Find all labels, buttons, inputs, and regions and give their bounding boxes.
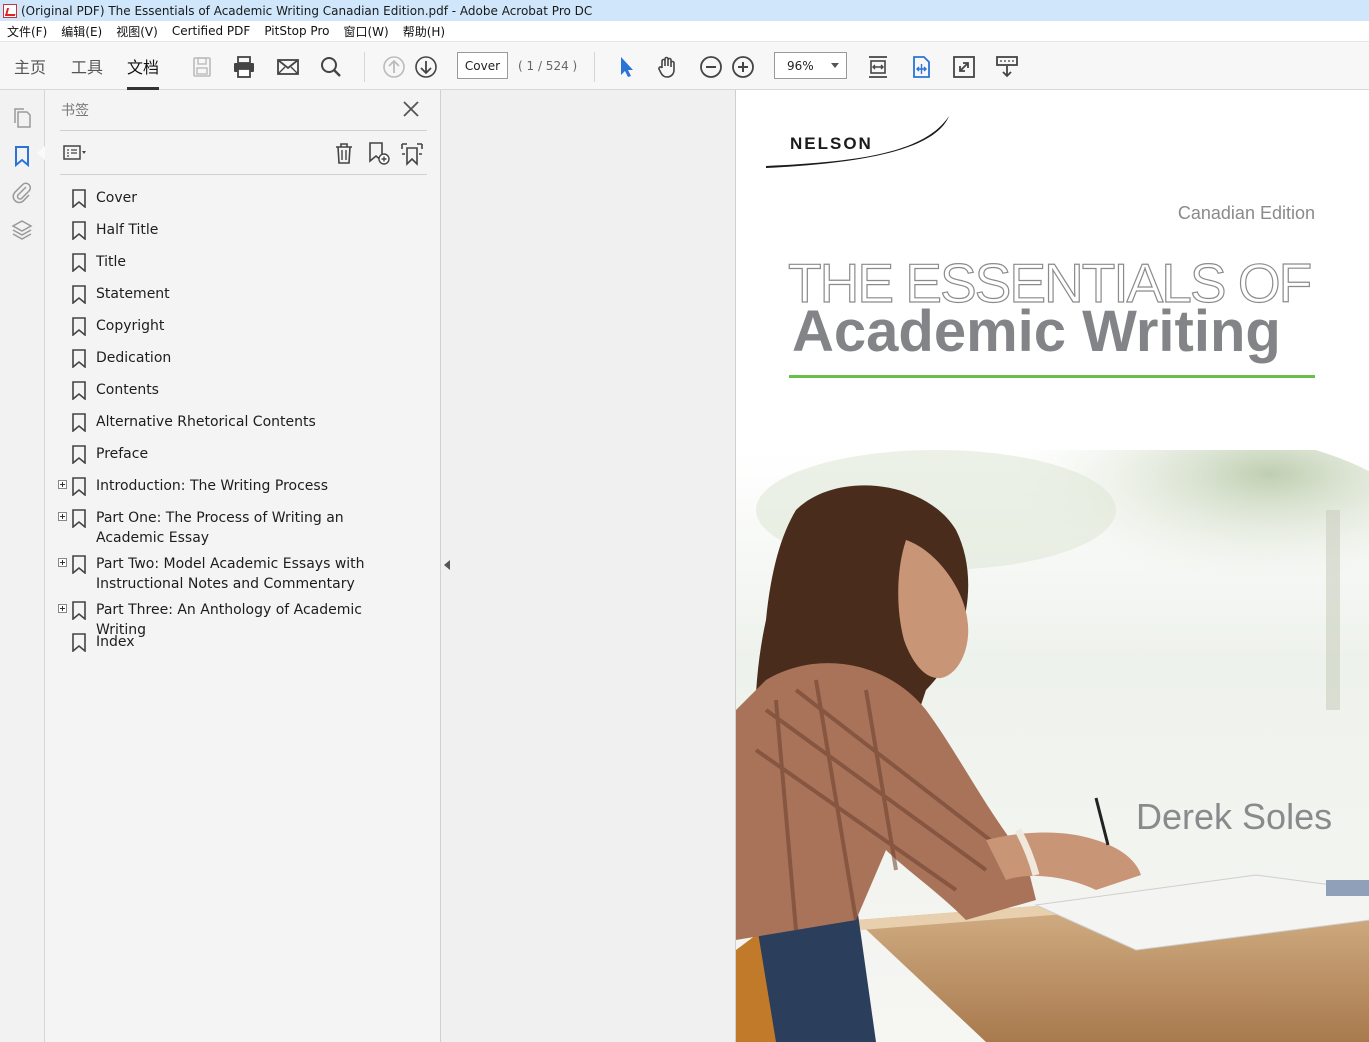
bookmark-label: Dedication (96, 350, 172, 366)
bookmark-label: Contents (96, 382, 159, 398)
bookmark-icon[interactable] (10, 144, 34, 168)
bookmark-flag-icon (72, 285, 86, 304)
menu-window[interactable]: 窗口(W) (336, 23, 395, 40)
bookmark-flag-icon (72, 253, 86, 272)
panel-divider (60, 130, 427, 131)
bookmark-flag-icon (72, 601, 86, 620)
bookmark-label: Cover (96, 190, 137, 206)
chevron-down-icon (831, 63, 839, 68)
bookmark-flag-icon (72, 477, 86, 496)
print-icon[interactable] (231, 54, 257, 80)
expand-plus-icon[interactable] (58, 512, 67, 521)
zoom-level-select[interactable]: 96% (774, 52, 847, 79)
menu-help[interactable]: 帮助(H) (396, 23, 452, 40)
cover-title-line2: Academic Writing (792, 299, 1281, 364)
page-number-value: Cover (464, 58, 501, 73)
active-panel-pointer (37, 146, 45, 160)
next-page-icon[interactable] (413, 54, 439, 80)
menu-certified-pdf[interactable]: Certified PDF (165, 24, 258, 38)
bookmark-flag-icon (72, 221, 86, 240)
layers-icon[interactable] (10, 218, 34, 242)
document-viewport[interactable]: NELSON Canadian Edition THE ESSENTIALS O… (441, 90, 1369, 1042)
expand-bookmark-icon[interactable] (399, 140, 425, 166)
bookmark-label: Preface (96, 446, 149, 462)
bookmark-flag-icon (72, 445, 86, 464)
panel-divider (60, 174, 427, 175)
page-count: ( 1 / 524 ) (518, 59, 578, 73)
zoom-level-value: 96% (787, 58, 814, 73)
bookmark-label: Title (96, 254, 127, 270)
window-title: (Original PDF) The Essentials of Academi… (21, 3, 593, 18)
cover-author: Derek Soles (1136, 796, 1333, 837)
expand-plus-icon[interactable] (58, 604, 67, 613)
search-icon[interactable] (318, 54, 344, 80)
prev-page-icon[interactable] (381, 54, 407, 80)
hand-tool-icon[interactable] (655, 54, 681, 80)
menu-pitstop-pro[interactable]: PitStop Pro (257, 24, 336, 38)
bookmark-label: Part Two: Model Academic Essays with Ins… (96, 556, 365, 592)
bookmarks-panel-title: 书签 (61, 103, 89, 119)
bookmark-flag-icon (72, 509, 86, 528)
menu-bar: 文件(F) 编辑(E) 视图(V) Certified PDF PitStop … (0, 21, 1369, 42)
read-mode-icon[interactable] (994, 54, 1020, 80)
bookmarks-panel: 书签 Cover Half Title Title Statement Copy… (45, 90, 441, 1042)
pdf-page-cover: NELSON Canadian Edition THE ESSENTIALS O… (735, 90, 1369, 1042)
bookmark-label: Alternative Rhetorical Contents (96, 414, 316, 430)
bookmark-flag-icon (72, 381, 86, 400)
expand-plus-icon[interactable] (58, 480, 67, 489)
fit-page-icon[interactable] (865, 54, 891, 80)
bookmark-label: Copyright (96, 318, 165, 334)
menu-edit[interactable]: 编辑(E) (54, 23, 109, 40)
fit-width-icon[interactable] (908, 54, 934, 80)
bookmark-flag-icon (72, 633, 86, 652)
page-number-input[interactable]: Cover (457, 52, 508, 79)
bookmark-label: Index (96, 634, 135, 650)
bookmark-label: Half Title (96, 222, 159, 238)
tab-tools[interactable]: 工具 (71, 54, 103, 90)
bookmark-flag-icon (72, 189, 86, 208)
expand-plus-icon[interactable] (58, 558, 67, 567)
collapse-panel-icon[interactable] (444, 560, 450, 570)
save-icon[interactable] (189, 54, 215, 80)
menu-file[interactable]: 文件(F) (0, 23, 54, 40)
tab-home[interactable]: 主页 (14, 54, 46, 90)
cover-title-rule (789, 375, 1315, 378)
bookmark-flag-icon (72, 413, 86, 432)
bookmark-flag-icon (72, 349, 86, 368)
full-screen-icon[interactable] (951, 54, 977, 80)
toolbar: 主页 工具 文档 Cover ( 1 / 524 ) 96% (0, 42, 1369, 90)
toolbar-separator (594, 52, 595, 82)
delete-bookmark-icon[interactable] (331, 140, 357, 166)
tab-document[interactable]: 文档 (127, 54, 160, 90)
toolbar-separator (364, 52, 365, 82)
acrobat-app-icon (3, 3, 17, 18)
cover-edition: Canadian Edition (1177, 203, 1315, 223)
zoom-out-icon[interactable] (698, 54, 724, 80)
bookmark-label: Introduction: The Writing Process (96, 478, 328, 494)
bookmark-label: Statement (96, 286, 170, 302)
bookmark-label: Part One: The Process of Writing an Acad… (96, 510, 344, 546)
title-bar: (Original PDF) The Essentials of Academi… (0, 0, 1369, 21)
bookmark-flag-icon (72, 317, 86, 336)
attachment-icon[interactable] (10, 180, 34, 204)
cover-photo-student-writing (736, 450, 1369, 1042)
menu-view[interactable]: 视图(V) (109, 23, 165, 40)
bookmark-flag-icon (72, 555, 86, 574)
select-pointer-icon[interactable] (613, 54, 639, 80)
close-icon[interactable] (401, 99, 421, 119)
zoom-in-icon[interactable] (730, 54, 756, 80)
email-icon[interactable] (275, 54, 301, 80)
navigation-rail (0, 90, 45, 1042)
pages-icon[interactable] (10, 106, 34, 130)
bookmark-options-icon[interactable] (61, 140, 87, 166)
publisher-logo: NELSON (790, 134, 873, 153)
new-bookmark-icon[interactable] (365, 140, 391, 166)
